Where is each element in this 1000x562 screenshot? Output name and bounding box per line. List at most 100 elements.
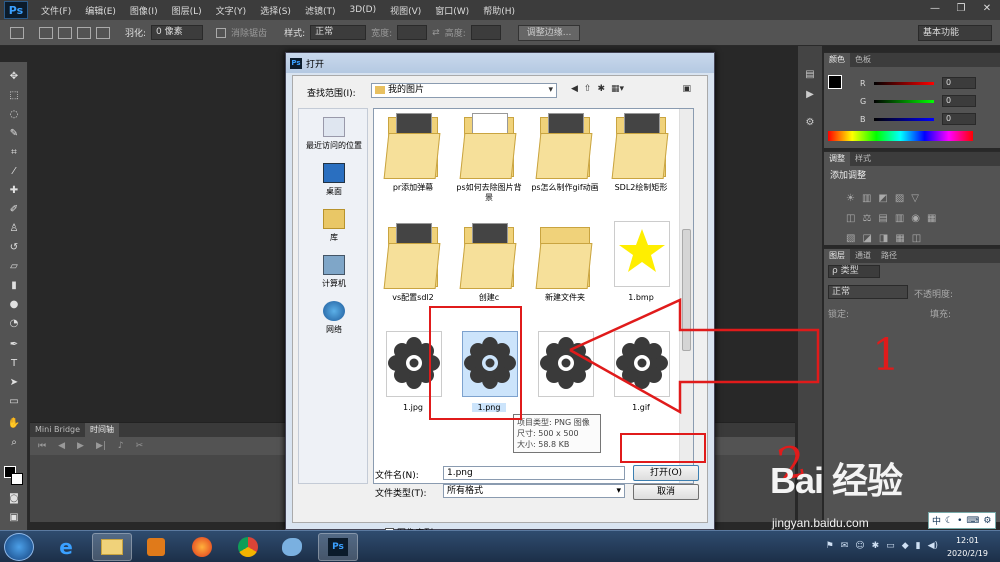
lookin-select[interactable]: 我的图片 ▾ bbox=[371, 83, 557, 98]
new-folder-icon[interactable]: ✱ bbox=[597, 84, 605, 94]
add-selection-icon[interactable] bbox=[58, 26, 72, 39]
keyboard-icon[interactable]: ⌨ bbox=[966, 516, 979, 526]
tab-layers[interactable]: 图层 bbox=[824, 249, 850, 263]
explorer-icon[interactable] bbox=[92, 533, 132, 561]
restore-icon[interactable]: ❐ bbox=[948, 0, 974, 16]
shield-icon[interactable]: ◆ bbox=[902, 541, 909, 551]
eyedropper-tool-icon[interactable]: ⁄ bbox=[7, 165, 21, 177]
marquee-tool-icon[interactable]: ⬚ bbox=[7, 89, 21, 101]
antialias-checkbox[interactable] bbox=[216, 27, 227, 38]
menu-layer[interactable]: 图层(L) bbox=[165, 4, 209, 17]
color-spectrum[interactable] bbox=[828, 131, 973, 141]
first-frame-icon[interactable]: ⏮ bbox=[38, 441, 46, 451]
tab-channels[interactable]: 通道 bbox=[850, 249, 876, 263]
pen-tool-icon[interactable]: ✒ bbox=[7, 338, 21, 350]
blur-tool-icon[interactable]: ● bbox=[7, 298, 21, 310]
tray-people-icon[interactable]: ☺ bbox=[855, 541, 864, 551]
place-network[interactable]: 网络 bbox=[299, 301, 369, 335]
media-player-icon[interactable] bbox=[136, 533, 176, 561]
tab-color[interactable]: 颜色 bbox=[824, 53, 850, 67]
play-icon[interactable]: ▶ bbox=[77, 441, 84, 451]
punctuation-icon[interactable]: • bbox=[957, 516, 962, 526]
background-color-swatch[interactable] bbox=[11, 473, 23, 485]
file-item[interactable]: pr添加弹幕 bbox=[378, 111, 448, 193]
file-item[interactable]: ps怎么制作gif动画 bbox=[530, 111, 600, 193]
volume-icon[interactable]: ◀) bbox=[928, 541, 938, 551]
fg-swatch[interactable] bbox=[828, 75, 842, 89]
dodge-tool-icon[interactable]: ◔ bbox=[7, 317, 21, 329]
menu-image[interactable]: 图像(I) bbox=[123, 4, 165, 17]
menu-edit[interactable]: 编辑(E) bbox=[78, 4, 123, 17]
red-slider[interactable]: R0 bbox=[860, 77, 976, 89]
next-frame-icon[interactable]: ▶| bbox=[96, 441, 106, 451]
tab-timeline[interactable]: 时间轴 bbox=[85, 423, 120, 437]
gradient-tool-icon[interactable]: ▮ bbox=[7, 279, 21, 291]
ime-mode[interactable]: 中 bbox=[932, 514, 941, 527]
menu-window[interactable]: 窗口(W) bbox=[428, 4, 476, 17]
blend-mode-select[interactable]: 正常 bbox=[828, 285, 908, 299]
menu-help[interactable]: 帮助(H) bbox=[476, 4, 522, 17]
green-value[interactable]: 0 bbox=[942, 95, 976, 107]
minimize-icon[interactable]: — bbox=[922, 0, 948, 16]
back-icon[interactable]: ◀ bbox=[571, 84, 578, 94]
blue-slider[interactable]: B0 bbox=[860, 113, 976, 125]
cut-icon[interactable]: ✂ bbox=[136, 441, 144, 451]
refine-edge-button[interactable]: 调整边缘... bbox=[517, 24, 581, 41]
tab-styles[interactable]: 样式 bbox=[850, 152, 876, 166]
stamp-tool-icon[interactable]: ♙ bbox=[7, 222, 21, 234]
ime-toolbar[interactable]: 中 ☾ • ⌨ ⚙ bbox=[928, 512, 996, 529]
audio-icon[interactable]: ♪ bbox=[118, 441, 124, 451]
file-item[interactable]: 创建c bbox=[454, 221, 524, 303]
ie-icon[interactable]: e bbox=[46, 533, 86, 561]
path-select-tool-icon[interactable]: ➤ bbox=[7, 376, 21, 388]
place-desktop[interactable]: 桌面 bbox=[299, 163, 369, 197]
moon-icon[interactable]: ☾ bbox=[945, 516, 953, 526]
tab-paths[interactable]: 路径 bbox=[876, 249, 902, 263]
actions-panel-icon[interactable]: ▶ bbox=[803, 88, 817, 100]
paint-icon[interactable] bbox=[272, 533, 312, 561]
settings-icon[interactable]: ⚙ bbox=[983, 516, 991, 526]
new-selection-icon[interactable] bbox=[39, 26, 53, 39]
properties-panel-icon[interactable]: ⚙ bbox=[803, 116, 817, 128]
subtract-selection-icon[interactable] bbox=[77, 26, 91, 39]
blue-value[interactable]: 0 bbox=[942, 113, 976, 125]
clock[interactable]: 12:01 2020/2/19 bbox=[947, 534, 988, 560]
swap-icon[interactable]: ⇄ bbox=[432, 28, 440, 38]
quick-select-tool-icon[interactable]: ✎ bbox=[7, 127, 21, 139]
crop-tool-icon[interactable]: ⌗ bbox=[7, 146, 21, 158]
width-input[interactable] bbox=[397, 25, 428, 40]
lasso-tool-icon[interactable]: ◌ bbox=[7, 108, 21, 120]
filetype-select[interactable]: 所有格式 ▾ bbox=[443, 484, 625, 498]
file-item[interactable]: ps如何去除图片背景 bbox=[454, 111, 524, 203]
menu-type[interactable]: 文字(Y) bbox=[209, 4, 254, 17]
place-computer[interactable]: 计算机 bbox=[299, 255, 369, 289]
intersect-selection-icon[interactable] bbox=[96, 26, 110, 39]
network-tray-icon[interactable]: ▮ bbox=[916, 541, 921, 551]
height-input[interactable] bbox=[470, 25, 501, 40]
quick-mask-icon[interactable]: ◙ bbox=[7, 492, 21, 504]
photoshop-taskbar-icon[interactable]: Ps bbox=[318, 533, 358, 561]
prev-frame-icon[interactable]: ◀ bbox=[58, 441, 65, 451]
open-button[interactable]: 打开(O) bbox=[633, 465, 699, 481]
place-recent[interactable]: 最近访问的位置 bbox=[299, 117, 369, 151]
eraser-tool-icon[interactable]: ▱ bbox=[7, 260, 21, 272]
chrome-icon[interactable] bbox=[228, 533, 268, 561]
bluetooth-icon[interactable]: ✱ bbox=[872, 541, 880, 551]
menu-3d[interactable]: 3D(D) bbox=[342, 5, 383, 15]
hand-tool-icon[interactable]: ✋ bbox=[7, 417, 21, 429]
move-tool-icon[interactable]: ✥ bbox=[7, 70, 21, 82]
file-item[interactable]: SDL2绘制矩形 bbox=[606, 111, 676, 193]
cancel-button[interactable]: 取消 bbox=[633, 484, 699, 500]
tab-swatches[interactable]: 色板 bbox=[850, 53, 876, 67]
layer-kind-filter[interactable]: ρ 类型 bbox=[828, 265, 880, 278]
workspace-select[interactable]: 基本功能 bbox=[918, 25, 992, 41]
healing-tool-icon[interactable]: ✚ bbox=[7, 184, 21, 196]
tab-adjustments[interactable]: 调整 bbox=[824, 152, 850, 166]
marquee-tool-icon[interactable] bbox=[10, 26, 24, 39]
green-slider[interactable]: G0 bbox=[860, 95, 976, 107]
menu-filter[interactable]: 滤镜(T) bbox=[298, 4, 343, 17]
start-button[interactable] bbox=[4, 533, 34, 561]
feather-input[interactable]: 0 像素 bbox=[151, 25, 204, 40]
preview-toggle-icon[interactable]: ▣ bbox=[682, 84, 691, 94]
tray-mail-icon[interactable]: ✉ bbox=[841, 541, 849, 551]
